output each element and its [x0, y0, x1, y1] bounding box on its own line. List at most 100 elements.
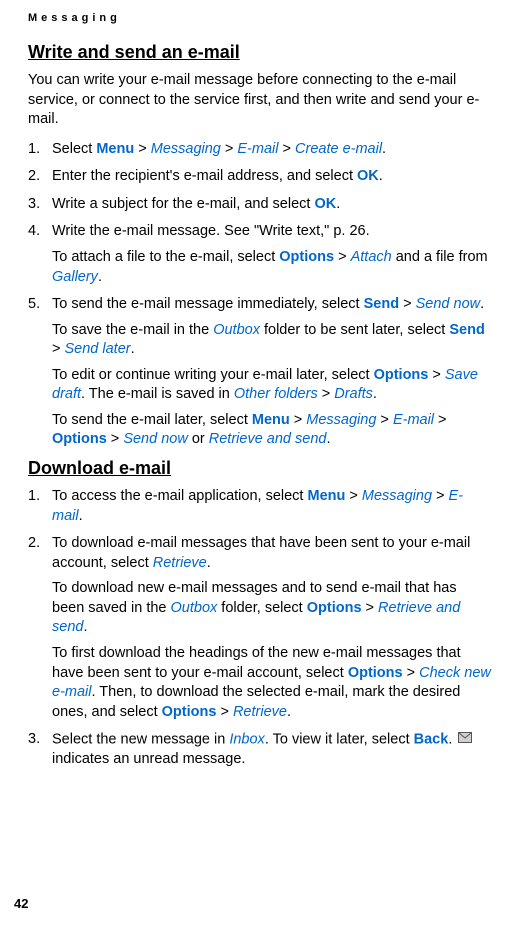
intro-paragraph: You can write your e-mail message before…	[28, 71, 491, 130]
text: >	[221, 141, 238, 157]
list-item: To access the e-mail application, select…	[28, 487, 491, 526]
email-label: E-mail	[237, 141, 278, 157]
text: To save the e-mail in the	[52, 322, 213, 338]
ok-label: OK	[357, 168, 379, 184]
text: or	[188, 431, 209, 447]
text: .	[131, 341, 135, 357]
sub-paragraph: To attach a file to the e-mail, select O…	[52, 248, 491, 287]
text: .	[79, 508, 83, 524]
options-label: Options	[374, 367, 429, 383]
text: >	[134, 141, 151, 157]
sub-paragraph: To send the e-mail later, select Menu > …	[52, 411, 491, 450]
text: >	[318, 386, 335, 402]
list-item: Write a subject for the e-mail, and sele…	[28, 195, 491, 215]
text: .	[373, 386, 377, 402]
text: Select the new message in	[52, 732, 229, 748]
list-item: Enter the recipient's e-mail address, an…	[28, 167, 491, 187]
text: . To view it later, select	[265, 732, 414, 748]
text: .	[83, 619, 87, 635]
text: .	[448, 732, 456, 748]
text: .	[326, 431, 330, 447]
send-now-label: Send now	[416, 296, 481, 312]
sub-paragraph: To edit or continue writing your e-mail …	[52, 366, 491, 405]
retrieve-label: Retrieve	[233, 704, 287, 720]
text: To access the e-mail application, select	[52, 488, 308, 504]
ordered-list-write: Select Menu > Messaging > E-mail > Creat…	[28, 140, 491, 450]
text: >	[278, 141, 295, 157]
text: To send the e-mail message immediately, …	[52, 296, 364, 312]
send-label: Send	[449, 322, 484, 338]
list-item: To download e-mail messages that have be…	[28, 534, 491, 722]
text: Write the e-mail message. See "Write tex…	[52, 223, 370, 239]
list-item: To send the e-mail message immediately, …	[28, 295, 491, 450]
page-number: 42	[14, 896, 28, 911]
outbox-label: Outbox	[213, 322, 260, 338]
drafts-label: Drafts	[334, 386, 373, 402]
sub-paragraph: To save the e-mail in the Outbox folder …	[52, 321, 491, 360]
text: >	[290, 412, 307, 428]
text: >	[403, 665, 420, 681]
text: >	[362, 600, 379, 616]
options-label: Options	[348, 665, 403, 681]
sub-paragraph: To first download the headings of the ne…	[52, 644, 491, 722]
text: To edit or continue writing your e-mail …	[52, 367, 374, 383]
attach-label: Attach	[351, 249, 392, 265]
text: .	[207, 555, 211, 571]
text: >	[432, 488, 449, 504]
text: >	[399, 296, 416, 312]
text: >	[216, 704, 233, 720]
text: . The e-mail is saved in	[81, 386, 234, 402]
text: >	[107, 431, 124, 447]
menu-label: Menu	[252, 412, 290, 428]
options-label: Options	[162, 704, 217, 720]
messaging-label: Messaging	[151, 141, 221, 157]
text: Select	[52, 141, 96, 157]
menu-label: Menu	[96, 141, 134, 157]
options-label: Options	[279, 249, 334, 265]
text: >	[376, 412, 393, 428]
text: .	[98, 269, 102, 285]
header-label: Messaging	[28, 12, 491, 24]
section-title-download: Download e-mail	[28, 458, 491, 479]
options-label: Options	[307, 600, 362, 616]
messaging-label: Messaging	[306, 412, 376, 428]
text: >	[428, 367, 445, 383]
text: indicates an unread message.	[52, 751, 245, 767]
section-title-write: Write and send an e-mail	[28, 42, 491, 63]
retrieve-label: Retrieve	[153, 555, 207, 571]
send-now-label: Send now	[123, 431, 188, 447]
mail-icon	[458, 730, 472, 750]
text: .	[336, 196, 340, 212]
inbox-label: Inbox	[229, 732, 264, 748]
list-item: Select Menu > Messaging > E-mail > Creat…	[28, 140, 491, 160]
text: To download e-mail messages that have be…	[52, 535, 470, 571]
create-email-label: Create e-mail	[295, 141, 382, 157]
gallery-label: Gallery	[52, 269, 98, 285]
text: To send the e-mail later, select	[52, 412, 252, 428]
options-label: Options	[52, 431, 107, 447]
text: To attach a file to the e-mail, select	[52, 249, 279, 265]
back-label: Back	[414, 732, 449, 748]
text: .	[480, 296, 484, 312]
text: Write a subject for the e-mail, and sele…	[52, 196, 314, 212]
text: folder, select	[217, 600, 306, 616]
text: >	[52, 341, 65, 357]
email-label: E-mail	[393, 412, 434, 428]
text: .	[287, 704, 291, 720]
ordered-list-download: To access the e-mail application, select…	[28, 487, 491, 770]
text: and a file from	[392, 249, 488, 265]
outbox-label: Outbox	[171, 600, 218, 616]
list-item: Select the new message in Inbox. To view…	[28, 730, 491, 770]
menu-label: Menu	[308, 488, 346, 504]
text: >	[334, 249, 351, 265]
messaging-label: Messaging	[362, 488, 432, 504]
retrieve-and-send-label: Retrieve and send	[209, 431, 327, 447]
text: .	[379, 168, 383, 184]
other-folders-label: Other folders	[234, 386, 318, 402]
text: >	[345, 488, 362, 504]
send-later-label: Send later	[65, 341, 131, 357]
list-item: Write the e-mail message. See "Write tex…	[28, 222, 491, 287]
text: Enter the recipient's e-mail address, an…	[52, 168, 357, 184]
text: folder to be sent later, select	[260, 322, 449, 338]
text: .	[382, 141, 386, 157]
